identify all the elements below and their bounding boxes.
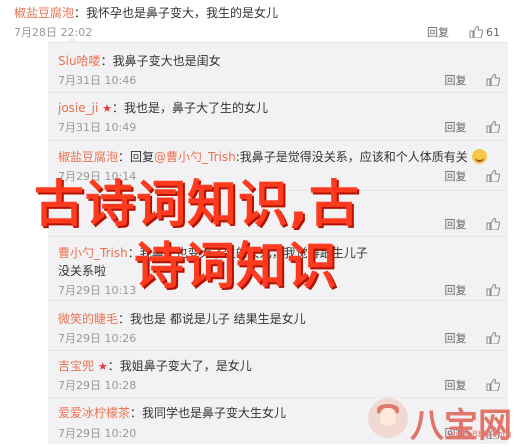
- divider: [48, 300, 508, 301]
- watermark-logo-icon: [368, 398, 408, 438]
- like-button[interactable]: [486, 218, 500, 231]
- thumbs-up-icon: [486, 332, 500, 344]
- thumbs-up-icon: [486, 284, 500, 296]
- reply-time: 7月29日 10:26: [58, 332, 137, 345]
- vip-star-icon: ★: [102, 102, 113, 115]
- reply-prefix: 回复: [130, 150, 155, 164]
- reply-item: 吉宝兜 ★：我姐鼻子变大了，是女儿 7月29日 10:28 回复: [58, 357, 508, 393]
- reply-item: 微笑的睫毛：我也是 都说是儿子 结果生是女儿 7月29日 10:26 回复: [58, 310, 508, 346]
- like-count: 61: [486, 26, 500, 39]
- reply-actions: 回复: [445, 72, 500, 88]
- reply-actions: 回复: [445, 377, 500, 393]
- reply-actions: 回复: [445, 216, 500, 232]
- reply-button[interactable]: 回复: [445, 170, 467, 183]
- main-comment: 椒盐豆腐泡：我怀孕也是鼻子变大，我生的是女儿 7月28日 22:02 回复 61: [14, 4, 508, 40]
- reply-separator: ：: [130, 406, 143, 420]
- reply-button[interactable]: 回复: [445, 121, 467, 134]
- reply-button[interactable]: 回复: [445, 74, 467, 87]
- thumbs-up-icon: [486, 218, 500, 230]
- reply-time: 7月31日 10:46: [58, 74, 137, 87]
- reply-username[interactable]: 椒盐豆腐泡: [58, 150, 118, 164]
- reply-separator: ：: [107, 359, 120, 373]
- divider: [48, 140, 508, 141]
- reply-button[interactable]: 回复: [445, 332, 467, 345]
- reply-time: 7月29日 10:13: [58, 284, 137, 297]
- reply-item: Slu哈喽：我鼻子变大也是闺女 7月31日 10:46 回复: [58, 52, 508, 88]
- like-button[interactable]: [486, 74, 500, 87]
- reply-text: 我也是，鼻子大了生的女儿: [124, 101, 269, 115]
- reply-text: 我也是 都说是儿子 结果生是女儿: [130, 312, 306, 326]
- mention-link[interactable]: @曹小勺_Trish: [154, 150, 236, 164]
- reply-button[interactable]: 回复: [445, 284, 467, 297]
- divider: [48, 92, 508, 93]
- reply-button[interactable]: 回复: [445, 379, 467, 392]
- reply-separator: ：: [118, 150, 131, 164]
- like-button[interactable]: 61: [469, 26, 500, 39]
- like-button[interactable]: [486, 332, 500, 345]
- thumbs-up-icon: [486, 170, 500, 182]
- reply-username[interactable]: 吉宝兜: [58, 359, 94, 373]
- reply-username[interactable]: 微笑的睫毛: [58, 312, 118, 326]
- thumbs-up-icon: [469, 26, 483, 38]
- thumbs-up-icon: [486, 74, 500, 86]
- reply-separator: ：: [112, 101, 125, 115]
- reply-username[interactable]: Slu哈喽: [58, 54, 101, 68]
- smile-emoji-icon: [471, 149, 487, 164]
- like-button[interactable]: [486, 170, 500, 183]
- reply-button[interactable]: 回复: [427, 26, 449, 39]
- like-button[interactable]: [486, 284, 500, 297]
- reply-text-line2: 没关系啦: [58, 264, 107, 278]
- reply-time: 7月29日 10:28: [58, 379, 137, 392]
- reply-username[interactable]: josie_ji: [58, 101, 98, 115]
- reply-actions: 回复: [445, 282, 500, 298]
- comment-username[interactable]: 椒盐豆腐泡: [14, 6, 74, 20]
- comment-time: 7月28日 22:02: [14, 26, 93, 39]
- reply-actions: 回复: [445, 119, 500, 135]
- reply-item: josie_ji ★：我也是，鼻子大了生的女儿 7月31日 10:49 回复: [58, 99, 508, 135]
- reply-text: :我鼻子是觉得没关系，应该和个人体质有关: [235, 150, 468, 164]
- reply-separator: ：: [118, 312, 131, 326]
- reply-actions: 回复: [445, 168, 500, 184]
- reply-text: 我姐鼻子变大了，是女儿: [119, 359, 252, 373]
- reply-username[interactable]: 爱爱冰柠檬茶: [58, 406, 130, 420]
- like-button[interactable]: [486, 121, 500, 134]
- divider: [48, 350, 508, 351]
- thumbs-up-icon: [486, 379, 500, 391]
- reply-text: 我同学也是鼻子变大生女儿: [142, 406, 287, 420]
- reply-time: 7月29日 10:20: [58, 427, 137, 440]
- comment-separator: ：: [74, 6, 87, 20]
- watermark-url: www.8bb.com: [448, 430, 512, 440]
- reply-actions: 回复: [445, 330, 500, 346]
- overlay-title-line2: 诗词知识: [134, 237, 338, 295]
- comment-line: 椒盐豆腐泡：我怀孕也是鼻子变大，我生的是女儿: [14, 4, 278, 21]
- reply-button[interactable]: 回复: [445, 218, 467, 231]
- reply-time: 7月31日 10:49: [58, 121, 137, 134]
- comment-actions: 回复 61: [427, 24, 500, 40]
- thumbs-up-icon: [486, 121, 500, 133]
- like-button[interactable]: [486, 379, 500, 392]
- reply-separator: ：: [100, 54, 113, 68]
- vip-star-icon: ★: [97, 360, 108, 373]
- reply-username[interactable]: 曹小勺_Trish: [58, 246, 128, 260]
- comment-text: 我怀孕也是鼻子变大，我生的是女儿: [86, 6, 279, 20]
- reply-text: 我鼻子变大也是闺女: [112, 54, 221, 68]
